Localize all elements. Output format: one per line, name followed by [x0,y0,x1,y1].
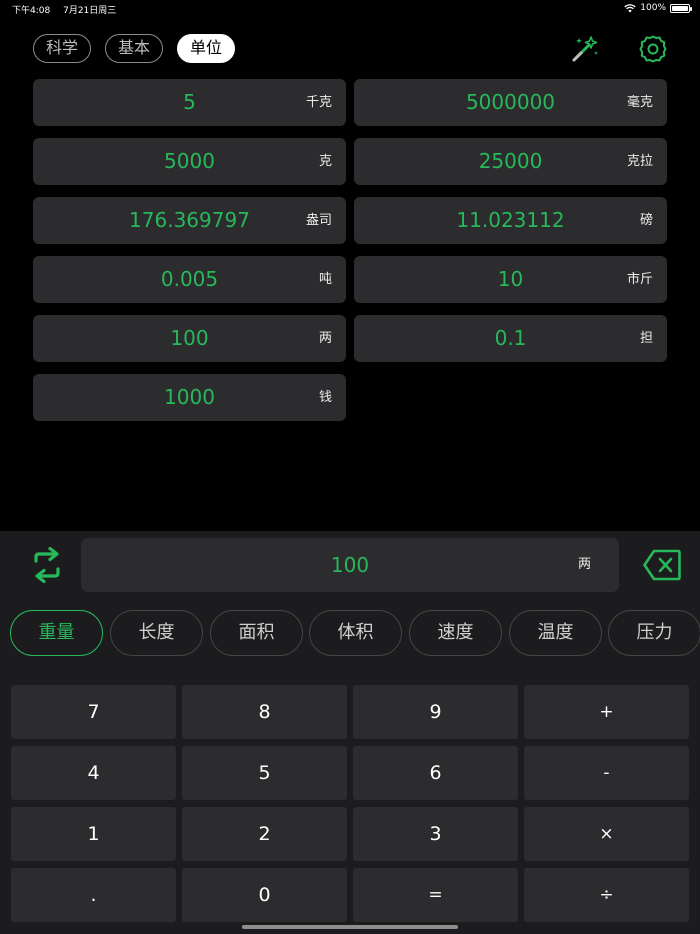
conversion-value: 25000 [478,149,543,173]
magic-wand-icon[interactable] [570,34,600,64]
key-5[interactable]: 5 [182,746,347,800]
tab-scientific[interactable]: 科学 [33,34,92,63]
conversion-cell-gram[interactable]: 5000 克 [33,138,346,185]
category-speed[interactable]: 速度 [409,610,502,656]
key-2[interactable]: 2 [182,807,347,861]
conversion-cell-dan[interactable]: 0.1 担 [354,315,667,362]
conversion-unit: 吨 [318,272,332,287]
key-8[interactable]: 8 [182,685,347,739]
tab-basic[interactable]: 基本 [105,34,164,63]
category-area[interactable]: 面积 [210,610,303,656]
category-tabs: 重量 长度 面积 体积 速度 温度 压力 [10,610,700,657]
conversion-cell-liang[interactable]: 100 两 [33,315,346,362]
conversion-unit: 担 [639,331,653,346]
key-0[interactable]: 0 [182,868,347,922]
status-bar: 下午4:08 7月21日周三 100% [0,0,700,18]
conversion-cell-pound[interactable]: 11.023112 磅 [354,197,667,244]
conversion-value: 0.005 [160,267,219,291]
mode-tabs: 科学 基本 单位 [33,34,236,63]
conversion-unit: 千克 [305,95,332,110]
key-9[interactable]: 9 [353,685,518,739]
current-input-field[interactable]: 100 两 [81,538,619,592]
tab-unit[interactable]: 单位 [177,34,236,63]
category-pressure[interactable]: 压力 [608,610,700,656]
key-divide[interactable]: ÷ [524,868,689,922]
conversion-grid: 5 千克 5000000 毫克 5000 克 25000 克拉 176.3697… [33,79,667,421]
conversion-value: 176.369797 [129,208,250,232]
swap-arrows-icon[interactable] [30,547,64,583]
battery-percent: 100% [640,3,666,13]
status-indicators: 100% [624,3,692,13]
category-weight[interactable]: 重量 [10,610,103,656]
conversion-value: 5 [183,90,196,114]
key-plus[interactable]: + [524,685,689,739]
conversion-value: 100 [170,326,209,350]
category-length[interactable]: 长度 [110,610,203,656]
conversion-value: 11.023112 [456,208,565,232]
status-date: 7月21日周三 [63,6,117,16]
current-input-value: 100 [330,553,370,577]
conversion-unit: 盎司 [305,213,332,228]
home-indicator [242,925,458,929]
conversion-cell-ounce[interactable]: 176.369797 盎司 [33,197,346,244]
conversion-value: 1000 [164,385,215,409]
conversion-unit: 市斤 [626,272,653,287]
conversion-cell-kilogram[interactable]: 5 千克 [33,79,346,126]
conversion-value: 0.1 [494,326,527,350]
conversion-unit: 磅 [639,213,653,228]
key-4[interactable]: 4 [11,746,176,800]
battery-level [672,5,688,11]
conversion-unit: 毫克 [626,95,653,110]
backspace-icon[interactable] [643,549,681,581]
conversion-cell-milligram[interactable]: 5000000 毫克 [354,79,667,126]
conversion-unit: 钱 [318,390,332,405]
conversion-value: 5000000 [465,90,556,114]
category-temperature[interactable]: 温度 [509,610,602,656]
conversion-cell-jin[interactable]: 10 市斤 [354,256,667,303]
status-time: 下午4:08 [12,6,51,16]
key-7[interactable]: 7 [11,685,176,739]
wifi-icon [624,3,636,12]
key-equals[interactable]: = [353,868,518,922]
current-input-unit: 两 [577,557,591,572]
key-3[interactable]: 3 [353,807,518,861]
key-minus[interactable]: - [524,746,689,800]
conversion-cell-qian[interactable]: 1000 钱 [33,374,346,421]
conversion-unit: 克 [318,154,332,169]
conversion-value: 5000 [164,149,215,173]
key-6[interactable]: 6 [353,746,518,800]
key-1[interactable]: 1 [11,807,176,861]
conversion-unit: 克拉 [626,154,653,169]
key-multiply[interactable]: × [524,807,689,861]
keypad: 7 8 9 + 4 5 6 - 1 2 3 × . 0 = ÷ [11,685,689,922]
category-volume[interactable]: 体积 [309,610,402,656]
conversion-cell-ton[interactable]: 0.005 吨 [33,256,346,303]
conversion-unit: 两 [318,331,332,346]
key-decimal[interactable]: . [11,868,176,922]
status-time-date: 下午4:08 7月21日周三 [12,3,116,16]
gear-icon[interactable] [638,34,668,64]
battery-icon [670,3,692,13]
conversion-value: 10 [497,267,524,291]
conversion-cell-carat[interactable]: 25000 克拉 [354,138,667,185]
